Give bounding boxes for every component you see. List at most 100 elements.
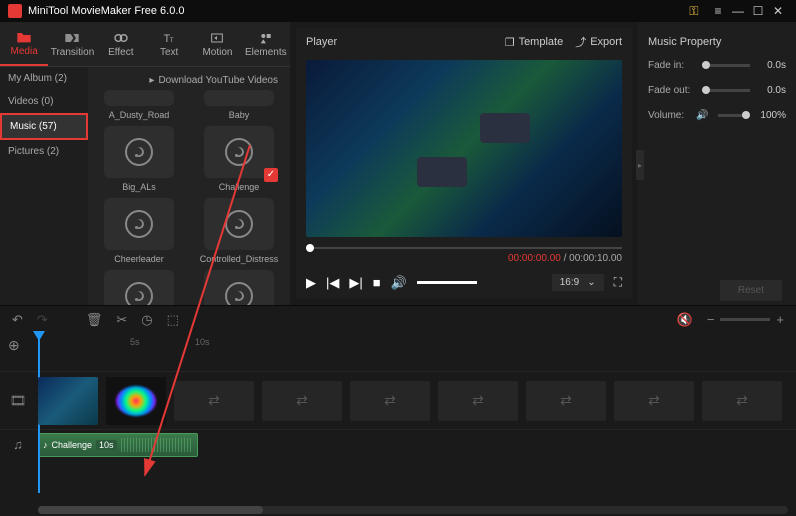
export-button[interactable]: ⤴Export: [575, 34, 622, 50]
tab-transition[interactable]: Transition: [48, 22, 96, 66]
center-panel: Player ❐Template ⤴Export 00:00:00.00 / 0…: [290, 22, 638, 305]
volume-slider[interactable]: [417, 281, 477, 284]
chevron-down-icon: ⌄: [587, 277, 595, 288]
speed-button[interactable]: ◷: [141, 312, 152, 328]
close-button[interactable]: ✕: [768, 4, 788, 18]
mute-icon[interactable]: 🔇: [677, 312, 693, 328]
minimize-button[interactable]: —: [728, 4, 748, 18]
audio-clip-name: Challenge: [52, 440, 93, 450]
menu-icon[interactable]: ≡: [708, 4, 728, 18]
transition-slot[interactable]: ⇄: [262, 381, 342, 421]
tab-label: Text: [160, 47, 178, 58]
media-thumb: [104, 270, 174, 305]
fade-out-slider[interactable]: [702, 89, 750, 92]
tab-label: Motion: [202, 47, 232, 58]
volume-prop-slider[interactable]: [718, 114, 750, 117]
volume-icon[interactable]: 🔊: [391, 275, 407, 291]
transition-slot[interactable]: ⇄: [526, 381, 606, 421]
transition-slot[interactable]: ⇄: [702, 381, 782, 421]
media-label: Challenge: [192, 182, 286, 192]
media-item[interactable]: Controlled_Distress: [192, 198, 286, 264]
media-label: A_Dusty_Road: [92, 110, 186, 120]
panel-expand-handle[interactable]: ▸: [636, 150, 644, 180]
add-track-button[interactable]: ⊕: [8, 337, 20, 354]
maximize-button[interactable]: ☐: [748, 4, 768, 18]
media-item[interactable]: Our Love Story: [92, 270, 186, 305]
key-icon[interactable]: ⚿: [684, 4, 704, 19]
stop-button[interactable]: ■: [373, 275, 381, 290]
media-thumb: [104, 90, 174, 106]
player-controls: ▶ |◀ ▶| ■ 🔊 16:9⌄ ⛶: [296, 270, 632, 299]
media-item[interactable]: Baby: [192, 90, 286, 120]
timeline-ruler[interactable]: ⊕ 5s 10s: [0, 333, 796, 357]
fullscreen-button[interactable]: ⛶: [614, 275, 622, 290]
crop-button[interactable]: ⬚: [167, 312, 179, 328]
tab-label: Media: [11, 46, 38, 57]
sidebar-item-myalbum[interactable]: My Album (2): [0, 67, 88, 90]
media-item[interactable]: Photo Album: [192, 270, 286, 305]
media-label: Controlled_Distress: [192, 254, 286, 264]
tab-text[interactable]: TT Text: [145, 22, 193, 66]
main-tabs: Media Transition Effect TT Text Motion E…: [0, 22, 290, 67]
transition-slot[interactable]: ⇄: [174, 381, 254, 421]
reset-button[interactable]: Reset: [720, 280, 782, 301]
media-thumb: [204, 90, 274, 106]
zoom-in-button[interactable]: +: [776, 312, 784, 327]
elements-icon: [258, 31, 274, 45]
template-button[interactable]: ❐Template: [505, 36, 564, 49]
effect-icon: [113, 31, 129, 45]
music-note-icon: [125, 138, 153, 166]
video-track-icon: 🎞: [6, 393, 30, 409]
transition-slot[interactable]: ⇄: [350, 381, 430, 421]
zoom-out-button[interactable]: −: [707, 312, 715, 327]
media-item[interactable]: Cheerleader: [92, 198, 186, 264]
tab-effect[interactable]: Effect: [97, 22, 145, 66]
fade-out-label: Fade out:: [648, 85, 696, 96]
transition-slot[interactable]: ⇄: [438, 381, 518, 421]
preview-area[interactable]: [306, 60, 622, 237]
volume-value: 100%: [756, 110, 786, 121]
prev-button[interactable]: |◀: [326, 275, 339, 291]
timeline-scrollbar[interactable]: [38, 506, 788, 514]
sidebar-item-music[interactable]: Music (57): [0, 113, 88, 140]
tab-media[interactable]: Media: [0, 22, 48, 66]
sidebar-item-pictures[interactable]: Pictures (2): [0, 140, 88, 163]
play-button[interactable]: ▶: [306, 275, 316, 291]
music-note-icon: [125, 282, 153, 305]
video-clip[interactable]: [38, 377, 98, 425]
transition-slot[interactable]: ⇄: [614, 381, 694, 421]
zoom-slider[interactable]: [720, 318, 770, 321]
audio-track: ♫ ♪ Challenge 10s: [0, 429, 796, 459]
volume-label: Volume:: [648, 110, 696, 121]
music-property-panel: Music Property Fade in: 0.0s Fade out: 0…: [638, 22, 796, 305]
audio-clip[interactable]: ♪ Challenge 10s: [38, 433, 198, 457]
aspect-ratio-select[interactable]: 16:9⌄: [552, 274, 604, 291]
media-label: Baby: [192, 110, 286, 120]
time-current: 00:00:00.00: [508, 253, 561, 264]
fade-in-slider[interactable]: [702, 64, 750, 67]
sidebar-item-videos[interactable]: Videos (0): [0, 90, 88, 113]
app-title: MiniTool MovieMaker Free 6.0.0: [28, 5, 684, 17]
tab-elements[interactable]: Elements: [242, 22, 290, 66]
video-clip[interactable]: [106, 377, 166, 425]
download-youtube-link[interactable]: ▸ Download YouTube Videos: [92, 71, 286, 90]
media-thumb: [204, 270, 274, 305]
fade-out-value: 0.0s: [756, 85, 786, 96]
titlebar: MiniTool MovieMaker Free 6.0.0 ⚿ ≡ — ☐ ✕: [0, 0, 796, 22]
media-item[interactable]: Big_ALs: [92, 126, 186, 192]
tab-motion[interactable]: Motion: [193, 22, 241, 66]
timeline: ⊕ 5s 10s 🎞 ⇄ ⇄ ⇄ ⇄ ⇄ ⇄ ⇄ ♫ ♪ Challenge 1…: [0, 333, 796, 516]
media-thumb: [104, 198, 174, 250]
undo-button[interactable]: ↶: [12, 312, 23, 328]
split-button[interactable]: ✂: [116, 312, 127, 328]
media-label: Big_ALs: [92, 182, 186, 192]
next-button[interactable]: ▶|: [349, 275, 362, 291]
tab-label: Elements: [245, 47, 287, 58]
delete-button[interactable]: 🗑: [86, 312, 103, 328]
seek-bar[interactable]: 00:00:00.00 / 00:00:10.00: [306, 247, 622, 264]
text-icon: TT: [161, 31, 177, 45]
redo-button[interactable]: ↷: [37, 312, 48, 328]
media-item[interactable]: A_Dusty_Road: [92, 90, 186, 120]
music-note-icon: [225, 282, 253, 305]
media-item[interactable]: ✓Challenge: [192, 126, 286, 192]
